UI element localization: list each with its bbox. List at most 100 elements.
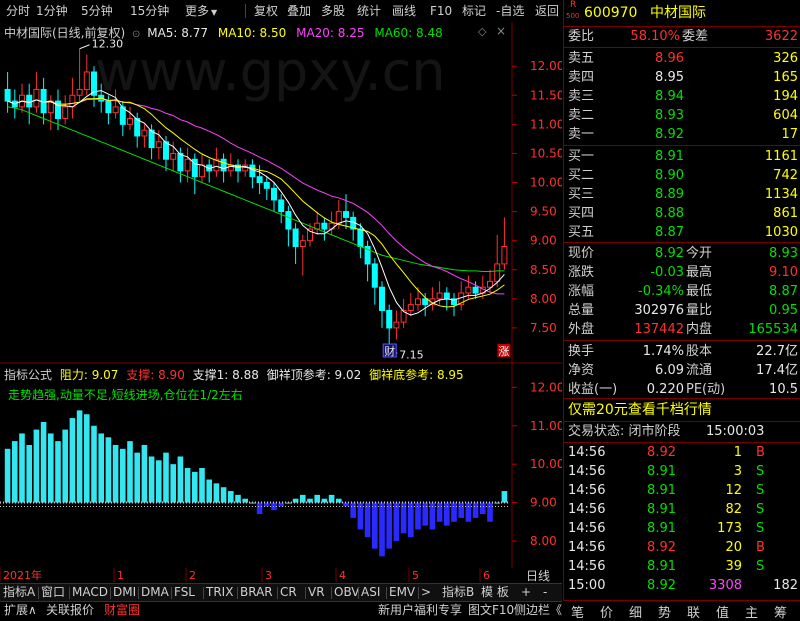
sidebar-toggle[interactable]: 侧边栏《 (514, 603, 562, 618)
stat-value: 0.95 (769, 303, 798, 318)
y-tick-label: 10.50 (530, 146, 562, 160)
tick-volume: 20 (725, 540, 742, 555)
stat-value: 1.74% (642, 344, 684, 359)
stat-value: 9.10 (769, 265, 798, 280)
tick-row: 14:56 8.91 39 S (564, 558, 800, 576)
bid-price: 8.91 (655, 149, 684, 164)
statistics-button[interactable]: 统计 (357, 3, 381, 19)
indicator-tab[interactable]: 指标B (442, 585, 474, 600)
indicator-tab[interactable]: 模 板 (481, 585, 509, 600)
mark-button[interactable]: 标记 (462, 3, 486, 19)
quote-tab[interactable]: 笔 (571, 602, 584, 621)
ask-row: 卖五 8.96 326 (564, 50, 800, 68)
tab-5min[interactable]: 5分钟 (81, 3, 113, 19)
more-menu[interactable]: 更多 ▼ (185, 3, 217, 19)
candle-body (422, 298, 429, 306)
diamond-icon[interactable]: ◇ (478, 25, 486, 38)
new-user-welfare-link[interactable]: 新用户福利专享 (378, 603, 462, 618)
indicator-tab[interactable]: ASI (361, 585, 380, 600)
indicator-tab[interactable]: > (421, 585, 431, 600)
quote-tab[interactable]: 筹 (774, 602, 787, 621)
indicator-bar (177, 456, 184, 503)
overlay-button[interactable]: 叠加 (287, 3, 311, 19)
f10-button[interactable]: F10 (430, 3, 452, 19)
candle-body (199, 164, 205, 178)
candle-body (62, 106, 69, 120)
ask-volume: 604 (773, 108, 798, 123)
stat-value: 8.93 (769, 246, 798, 261)
indicator-tab[interactable]: MACD (72, 585, 108, 600)
indicator-tab[interactable]: VR (308, 585, 325, 600)
indicator-bar (40, 421, 47, 503)
tab-15min[interactable]: 15分钟 (130, 3, 169, 19)
y-tick-label: 8.00 (530, 292, 557, 306)
chart-legend: 中材国际(日线,前复权) ⊙ MA5: 8.77 MA10: 8.50 MA20… (4, 24, 443, 41)
quote-tab[interactable]: 细 (629, 602, 642, 621)
tick-time: 14:56 (568, 502, 606, 517)
watermark: www.gpxy.cn (95, 40, 446, 103)
indicator-bar (213, 483, 220, 503)
indicator-bar (220, 487, 227, 503)
tick-side: S (756, 559, 765, 574)
indicator-bar (91, 425, 97, 503)
related-quote-button[interactable]: 关联报价 (46, 603, 94, 618)
stat-label: 内盘 (686, 322, 713, 337)
quote-tab[interactable]: 势 (658, 602, 671, 621)
ask-label: 卖四 (568, 70, 595, 85)
tab-separator (386, 587, 387, 599)
stat-label: PE(动) (686, 382, 726, 397)
indicator-chart[interactable]: 12.00 11.00 10.00 9.00 8.00 指标公式 阻力: 9.07 支撑… (0, 364, 562, 568)
indicator-bar (393, 502, 400, 541)
tick-price: 8.92 (647, 578, 676, 593)
indicator-tab[interactable]: DMI (113, 585, 136, 600)
ask-label: 卖五 (568, 51, 595, 66)
f10-text-link[interactable]: 图文F10 (468, 603, 514, 618)
date-axis-svg: 2021年 1 2 3 4 5 6 (0, 568, 562, 582)
quote-tab[interactable]: 价 (600, 602, 613, 621)
tab-separator (203, 587, 204, 599)
close-icon[interactable]: × (496, 24, 506, 38)
indicator-tab[interactable]: TRIX (206, 585, 233, 600)
quote-tab[interactable]: 联 (687, 602, 700, 621)
expand-button[interactable]: 扩展∧ (4, 603, 37, 618)
tab-separator (110, 587, 111, 599)
indicator-tab[interactable]: OBV (334, 585, 360, 600)
y-tick-label: 9.50 (530, 205, 557, 219)
indicator-tab[interactable]: BRAR (240, 585, 273, 600)
tick-time: 14:56 (568, 483, 606, 498)
indicator-tab[interactable]: 指标A (3, 585, 35, 600)
tab-1min[interactable]: 1分钟 (36, 3, 68, 19)
gear-icon[interactable]: ⊙ (132, 29, 140, 40)
indicator-tab[interactable]: + (521, 585, 531, 600)
stat-value: 8.92 (655, 246, 684, 261)
period-label[interactable]: 日线 (526, 567, 550, 584)
indicator-tab[interactable]: - (543, 585, 547, 600)
indicator-tab[interactable]: EMV (389, 585, 415, 600)
stat-label: 流通 (686, 363, 713, 378)
indicator-tab[interactable]: CR (280, 585, 297, 600)
indicator-bar (235, 494, 241, 503)
candle-body (407, 304, 414, 311)
quote-tab[interactable]: 主 (745, 602, 758, 621)
quote-tab[interactable]: 值 (716, 602, 729, 621)
promo-banner[interactable]: 仅需20元查看千档行情 (564, 401, 800, 419)
candle-body (299, 240, 306, 247)
tab-intraday[interactable]: 分时 (6, 3, 30, 19)
indicator-name[interactable]: 指标公式 (4, 368, 52, 382)
indicator-tab[interactable]: 窗口 (41, 585, 65, 600)
stat-label: 今开 (686, 246, 713, 261)
remove-watchlist-button[interactable]: -自选 (496, 3, 524, 19)
bid-label: 买二 (568, 168, 595, 183)
stat-value: 10.5 (769, 382, 798, 397)
wealth-circle-button[interactable]: 财富圈 (104, 603, 140, 618)
multi-stock-button[interactable]: 多股 (321, 3, 345, 19)
indicator-tab[interactable]: FSL (174, 585, 195, 600)
kline-chart[interactable]: 12.00 11.50 11.00 10.50 10.00 9.50 9.00 8.50 8.0… (0, 22, 562, 364)
fuquan-button[interactable]: 复权 (254, 3, 278, 19)
bid-row: 买五 8.87 1030 (564, 224, 800, 242)
draw-line-button[interactable]: 画线 (392, 3, 416, 19)
indicator-bar (451, 502, 457, 522)
indicator-tab[interactable]: DMA (141, 585, 169, 600)
back-button[interactable]: 返回 (535, 3, 559, 19)
tick-time: 14:56 (568, 540, 606, 555)
